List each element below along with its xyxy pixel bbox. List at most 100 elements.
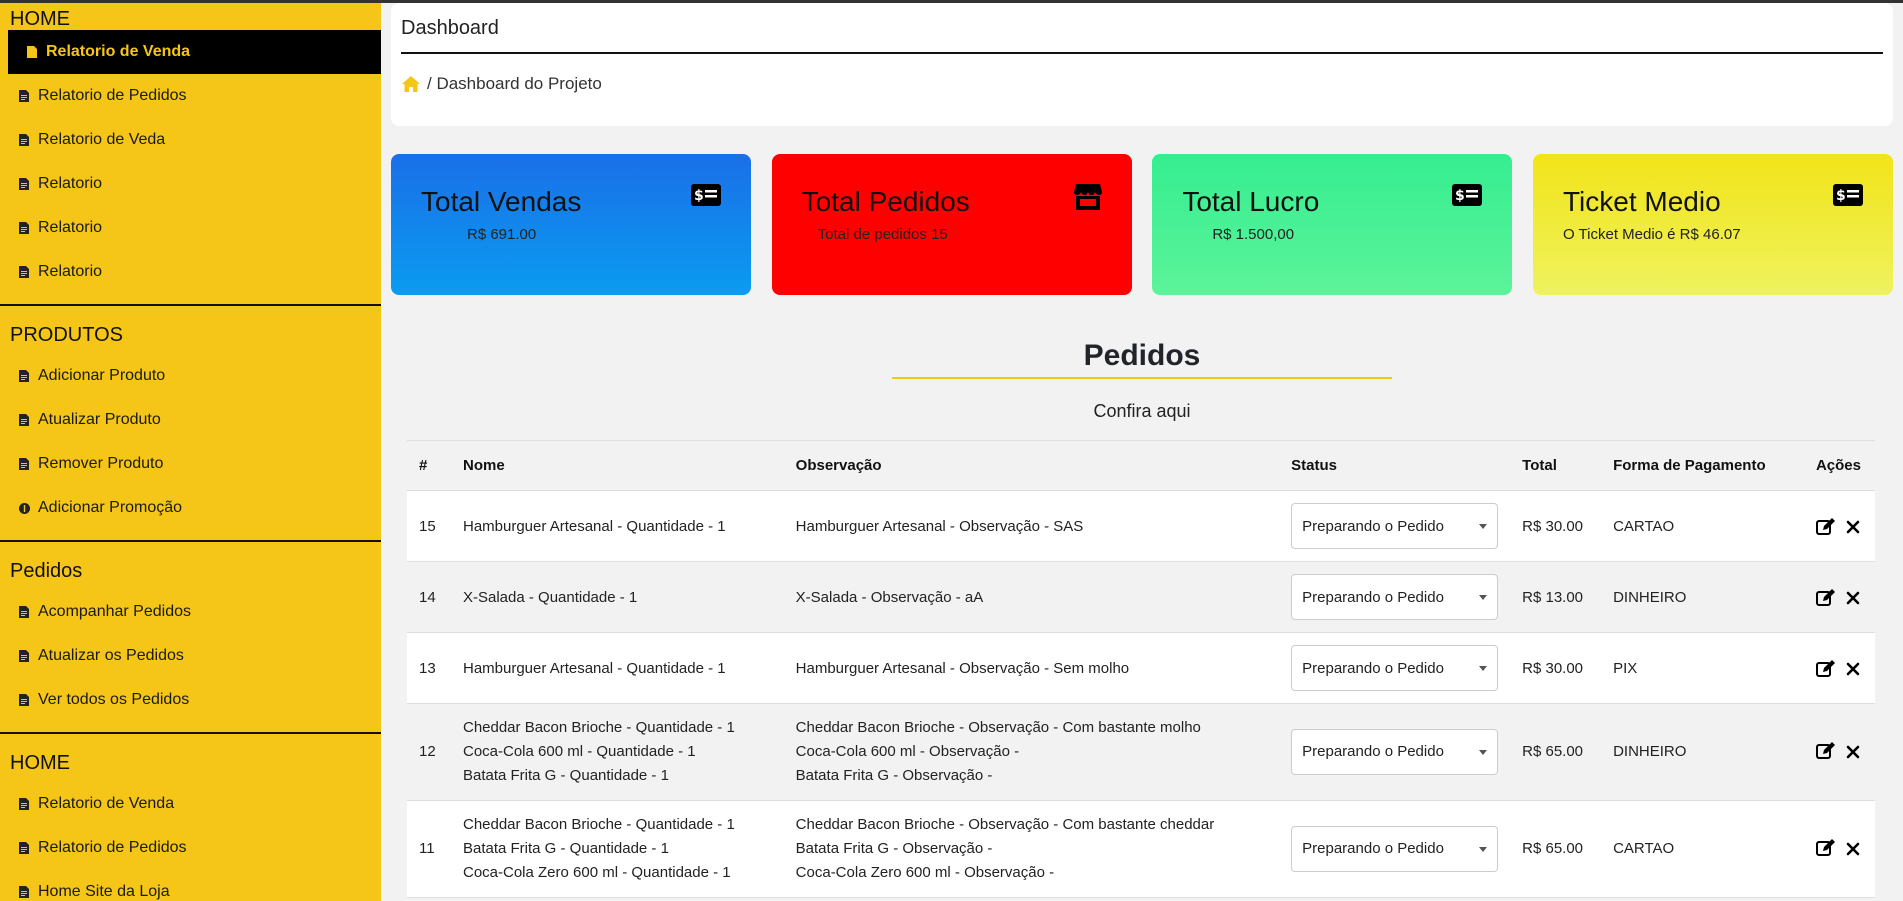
sidebar-item[interactable]: Relatorio <box>0 162 381 206</box>
sidebar-item-label: Adicionar Promoção <box>38 499 183 516</box>
file-icon <box>18 413 30 427</box>
cell-acoes <box>1803 632 1875 704</box>
file-icon <box>18 177 30 191</box>
summary-card: Ticket Medio O Ticket Medio é R$ 46.07 $ <box>1532 154 1893 295</box>
card-title: Ticket Medio <box>1562 186 1721 217</box>
close-icon[interactable] <box>1846 591 1860 609</box>
cell-pagamento: DINHEIRO <box>1601 561 1804 633</box>
cell-pagamento: CARTAO <box>1601 490 1804 562</box>
file-icon <box>18 457 30 471</box>
sidebar-item[interactable]: Atualizar Produto <box>0 398 381 442</box>
card-title: Total Vendas <box>421 186 582 217</box>
edit-icon[interactable] <box>1815 660 1836 682</box>
cell-acoes <box>1803 490 1875 562</box>
sidebar-item[interactable]: Atualizar os Pedidos <box>0 634 381 678</box>
cell-line: Cheddar Bacon Brioche - Quantidade - 1 <box>462 719 735 736</box>
cell-line: Hamburguer Artesanal - Observação - Sem … <box>795 659 1130 677</box>
chevron-down-icon <box>1479 846 1488 852</box>
close-icon[interactable] <box>1846 662 1860 680</box>
cell-id: 11 <box>407 800 451 898</box>
header-card: Dashboard / Dashboard do Projeto <box>391 3 1893 126</box>
sidebar-item[interactable]: Relatorio <box>0 206 381 250</box>
sidebar-item[interactable]: Remover Produto <box>0 442 381 486</box>
col-header-nome: Nome <box>450 440 784 491</box>
file-icon <box>18 133 30 147</box>
sidebar-item-label: Atualizar os Pedidos <box>38 647 184 664</box>
cell-status: Preparando o Pedido <box>1279 800 1511 898</box>
sidebar-item-label: Home Site da Loja <box>38 883 170 900</box>
sidebar-home2-list: Relatorio de Venda Relatorio de Pedidos Ho… <box>0 782 381 901</box>
cell-line: Coca-Cola Zero 600 ml - Quantidade - 1 <box>462 864 731 881</box>
col-header-status: Status <box>1279 440 1511 491</box>
cell-id: 14 <box>407 561 451 633</box>
status-select[interactable]: Preparando o Pedido <box>1291 826 1499 872</box>
sidebar-item-label: Relatorio de Pedidos <box>38 87 187 104</box>
close-icon[interactable] <box>1846 743 1860 767</box>
home-icon[interactable] <box>401 75 421 93</box>
col-header-pagamento: Forma de Pagamento <box>1601 440 1804 491</box>
cell-line: Coca-Cola 600 ml - Observação - <box>795 743 1020 760</box>
cell-line: Batata Frita G - Quantidade - 1 <box>462 767 669 784</box>
edit-icon[interactable] <box>1815 589 1836 611</box>
table-header-row: # Nome Observação Status Total Forma de … <box>407 440 1875 491</box>
cell-total: R$ 65.00 <box>1510 703 1602 801</box>
chevron-down-icon <box>1479 749 1488 755</box>
file-icon <box>18 797 30 811</box>
sidebar-item[interactable]: Adicionar Produto <box>0 354 381 398</box>
cell-status: Preparando o Pedido <box>1279 561 1511 633</box>
cell-id: 12 <box>407 703 451 801</box>
sidebar-pedidos-list: Acompanhar Pedidos Atualizar os Pedidos Ve… <box>0 590 381 722</box>
main-content: Dashboard / Dashboard do Projeto Total V… <box>391 3 1893 898</box>
cell-acoes <box>1803 561 1875 633</box>
money-icon: $ <box>1832 184 1863 211</box>
section-title: Pedidos <box>1083 339 1201 372</box>
sidebar-item[interactable]: Home Site da Loja <box>0 870 381 901</box>
cell-line: X-Salada - Observação - aA <box>795 588 984 606</box>
edit-icon[interactable] <box>1815 839 1836 865</box>
file-icon <box>18 885 30 899</box>
cell-acoes <box>1803 800 1875 898</box>
table-row: 13 Hamburguer Artesanal - Quantidade - 1 H… <box>407 632 1875 704</box>
sidebar-item-label: Acompanhar Pedidos <box>38 603 191 620</box>
sidebar-item[interactable]: Relatorio de Pedidos <box>0 826 381 870</box>
close-icon[interactable] <box>1846 520 1860 538</box>
sidebar-section-pedidos: Pedidos <box>10 560 83 582</box>
sidebar-item[interactable]: Acompanhar Pedidos <box>0 590 381 634</box>
cell-total: R$ 30.00 <box>1510 632 1602 704</box>
sidebar-item-label: Relatorio de Veda <box>38 131 166 148</box>
sidebar-item-label: Relatorio <box>38 219 103 236</box>
sidebar-item[interactable]: Relatorio de Venda <box>8 30 381 74</box>
cell-status: Preparando o Pedido <box>1279 632 1511 704</box>
status-select[interactable]: Preparando o Pedido <box>1291 574 1499 620</box>
sidebar-item[interactable]: Relatorio <box>0 250 381 294</box>
file-icon <box>18 649 30 663</box>
status-select[interactable]: Preparando o Pedido <box>1291 503 1499 549</box>
sidebar-item[interactable]: Adicionar Promoção <box>0 486 381 530</box>
sidebar-item[interactable]: Relatorio de Veda <box>0 118 381 162</box>
close-icon[interactable] <box>1846 840 1860 864</box>
status-value: Preparando o Pedido <box>1302 743 1444 760</box>
orders-table: # Nome Observação Status Total Forma de … <box>407 440 1875 898</box>
sidebar-item[interactable]: Relatorio de Pedidos <box>0 74 381 118</box>
status-value: Preparando o Pedido <box>1302 840 1444 857</box>
cell-observacao: Cheddar Bacon Brioche - Observação - Com… <box>783 800 1280 898</box>
cell-acoes <box>1803 703 1875 801</box>
edit-icon[interactable] <box>1815 742 1836 768</box>
cell-line: Coca-Cola Zero 600 ml - Observação - <box>795 864 1055 881</box>
status-select[interactable]: Preparando o Pedido <box>1291 729 1499 775</box>
sidebar-item[interactable]: Ver todos os Pedidos <box>0 678 381 722</box>
status-value: Preparando o Pedido <box>1302 588 1444 606</box>
table-row: 11 Cheddar Bacon Brioche - Quantidade - 1… <box>407 800 1875 898</box>
cell-total: R$ 13.00 <box>1510 561 1602 633</box>
status-select[interactable]: Preparando o Pedido <box>1291 645 1499 691</box>
orders-table-body: 15 Hamburguer Artesanal - Quantidade - 1 H… <box>407 490 1875 898</box>
file-icon <box>18 221 30 235</box>
cell-line: Cheddar Bacon Brioche - Observação - Com… <box>795 719 1201 736</box>
breadcrumb: / Dashboard do Projeto <box>401 74 1883 94</box>
cell-nome: Cheddar Bacon Brioche - Quantidade - 1 Ba… <box>450 800 784 898</box>
edit-icon[interactable] <box>1815 518 1836 540</box>
sidebar-item-label: Remover Produto <box>38 455 164 472</box>
table-row: 14 X-Salada - Quantidade - 1 X-Salada - Ob… <box>407 561 1875 633</box>
sidebar-item[interactable]: Relatorio de Venda <box>0 782 381 826</box>
col-header-acoes: Ações <box>1803 440 1875 491</box>
